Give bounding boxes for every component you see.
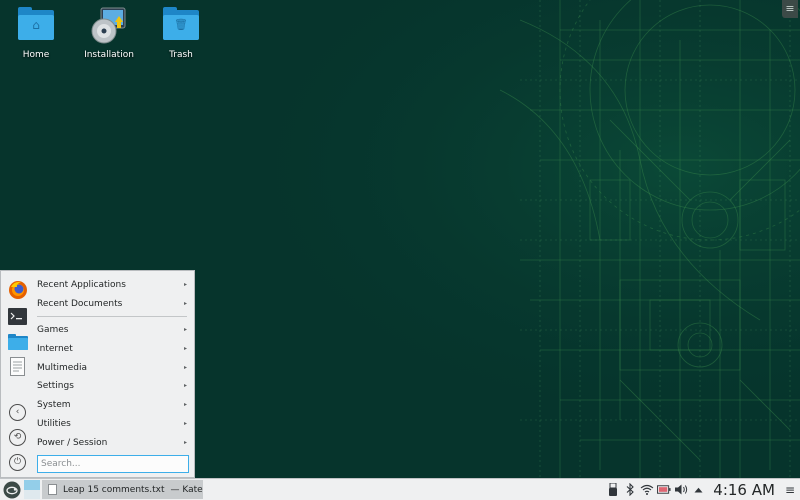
menu-item-recent-applications[interactable]: Recent Applications ▸ (34, 276, 190, 295)
installation-disc-icon (89, 6, 129, 46)
task-title: Leap 15 comments.txt (63, 484, 165, 495)
virtual-desktop-pager[interactable] (24, 480, 40, 499)
task-app-name: — Kate (170, 484, 203, 495)
menu-item-label: Utilities (37, 418, 71, 429)
submenu-arrow-icon: ▸ (183, 438, 187, 446)
menu-item-label: Internet (37, 344, 73, 355)
opensuse-logo-icon (3, 481, 21, 498)
application-launcher-menu: ‹ ⟲ ⏻ Recent Applications ▸ Recent Docum… (0, 270, 195, 478)
text-editor-icon (10, 356, 25, 376)
application-launcher-button[interactable] (2, 480, 22, 499)
launcher-category-list: Recent Applications ▸ Recent Documents ▸… (34, 276, 190, 452)
menu-item-label: Power / Session (37, 437, 108, 448)
usb-device-icon[interactable] (606, 483, 620, 497)
system-tray: 4:16 AM ≡ (606, 479, 800, 500)
submenu-arrow-icon: ▸ (183, 326, 187, 334)
menu-item-multimedia[interactable]: Multimedia ▸ (34, 359, 190, 378)
submenu-arrow-icon: ▸ (183, 345, 187, 353)
desktop-icon-label: Trash (169, 50, 193, 60)
digital-clock[interactable]: 4:16 AM (713, 481, 775, 499)
favorite-text-editor[interactable] (6, 355, 29, 377)
menu-item-utilities[interactable]: Utilities ▸ (34, 415, 190, 434)
menu-item-power-session[interactable]: Power / Session ▸ (34, 434, 190, 453)
desktop-icon-trash[interactable]: 🗑 Trash (151, 6, 211, 61)
desktop-icon-label: Home (22, 50, 50, 60)
pager-desktop-2[interactable] (24, 490, 40, 499)
submenu-arrow-icon: ▸ (183, 299, 187, 307)
submenu-arrow-icon: ▸ (183, 419, 187, 427)
firefox-icon (8, 281, 27, 299)
submenu-arrow-icon: ▸ (183, 401, 187, 409)
favorite-firefox[interactable] (6, 279, 29, 301)
menu-item-label: Recent Documents (37, 298, 123, 309)
menu-item-label: Games (37, 325, 69, 336)
text-document-icon (48, 484, 57, 495)
menu-item-label: Multimedia (37, 362, 88, 373)
submenu-arrow-icon: ▸ (183, 363, 187, 371)
favorites-column: ‹ ⟲ ⏻ (6, 274, 29, 474)
shutdown-icon[interactable]: ⏻ (9, 454, 26, 471)
submenu-arrow-icon: ▸ (183, 281, 187, 288)
menu-separator (37, 316, 187, 318)
panel-options-button[interactable]: ≡ (785, 483, 795, 497)
file-manager-icon (7, 333, 28, 350)
terminal-icon (8, 307, 27, 325)
menu-item-label: Settings (37, 381, 74, 392)
folder-home-icon: ⌂ (16, 6, 56, 46)
menu-item-label: Recent Applications (37, 280, 126, 290)
wifi-icon[interactable] (640, 483, 654, 497)
desktop-toolbox-button[interactable]: ≡ (782, 0, 798, 18)
desktop-icon-installation[interactable]: Installation (79, 6, 139, 61)
task-kate-window[interactable]: Leap 15 comments.txt — Kate (42, 480, 203, 499)
volume-icon[interactable] (674, 483, 688, 497)
expand-arrow-icon[interactable] (691, 483, 705, 497)
menu-item-system[interactable]: System ▸ (34, 396, 190, 415)
submenu-arrow-icon: ▸ (183, 382, 187, 390)
battery-icon[interactable] (657, 483, 671, 497)
menu-item-games[interactable]: Games ▸ (34, 321, 190, 340)
trash-folder-icon: 🗑 (161, 6, 201, 46)
desktop-icon-home[interactable]: ⌂ Home (6, 6, 66, 61)
menu-item-internet[interactable]: Internet ▸ (34, 340, 190, 359)
favorite-file-manager[interactable] (6, 330, 29, 352)
logout-icon[interactable]: ‹ (9, 404, 26, 421)
favorite-terminal[interactable] (6, 305, 29, 327)
launcher-search-input[interactable] (37, 455, 189, 473)
taskbar-panel: Leap 15 comments.txt — Kate 4:16 AM ≡ (0, 478, 800, 500)
desktop-icon-label: Installation (84, 50, 134, 60)
switch-user-icon[interactable]: ⟲ (9, 429, 26, 446)
bluetooth-icon[interactable] (623, 483, 637, 497)
menu-item-label: System (37, 400, 71, 411)
menu-item-recent-documents[interactable]: Recent Documents ▸ (34, 295, 190, 314)
menu-item-settings[interactable]: Settings ▸ (34, 377, 190, 396)
